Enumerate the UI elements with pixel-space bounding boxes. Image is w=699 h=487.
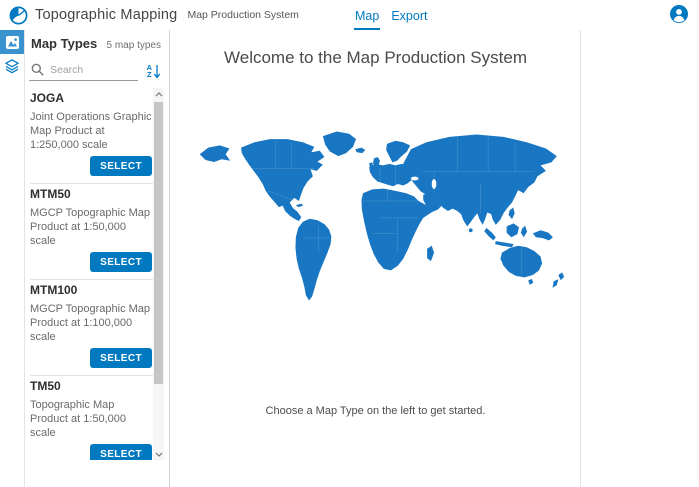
map-types-list: JOGA Joint Operations Graphic Map Produc… <box>30 88 154 460</box>
globe-logo-icon <box>9 6 28 25</box>
header-tab[interactable]: Map <box>354 7 380 30</box>
app-title: Topographic Mapping <box>35 7 177 23</box>
map-type-card: MTM50 MGCP Topographic Map Product at 1:… <box>30 184 154 280</box>
hint-text: Choose a Map Type on the left to get sta… <box>171 405 580 417</box>
search-box <box>29 61 138 81</box>
search-input[interactable] <box>50 64 120 76</box>
map-type-description: MGCP Topographic Map Product at 1:50,000… <box>30 206 154 248</box>
select-button[interactable]: SELECT <box>90 348 152 368</box>
select-button[interactable]: SELECT <box>90 444 152 460</box>
map-type-card: TM50 Topographic Map Product at 1:50,000… <box>30 376 154 460</box>
main-panel: Welcome to the Map Production System <box>171 30 581 487</box>
scrollbar[interactable] <box>153 88 164 460</box>
map-type-name: TM50 <box>30 380 154 393</box>
map-type-description: MGCP Topographic Map Product at 1:100,00… <box>30 302 154 344</box>
header-tabs: Map Export <box>354 0 428 30</box>
select-button[interactable]: SELECT <box>90 252 152 272</box>
panel-title: Map Types <box>31 36 97 51</box>
layers-icon[interactable] <box>0 54 24 78</box>
map-type-name: MTM50 <box>30 188 154 201</box>
map-type-card: MTM100 MGCP Topographic Map Product at 1… <box>30 280 154 376</box>
scroll-down-button[interactable] <box>153 448 164 460</box>
header-tab[interactable]: Export <box>390 7 428 30</box>
search-row: AZ <box>29 61 161 81</box>
map-type-card: JOGA Joint Operations Graphic Map Produc… <box>30 88 154 184</box>
search-icon <box>31 63 44 76</box>
map-type-name: MTM100 <box>30 284 154 297</box>
map-types-icon[interactable] <box>0 30 24 54</box>
map-type-count: 5 map types <box>107 40 161 51</box>
account-icon[interactable] <box>670 5 688 23</box>
map-types-panel: Map Types 5 map types AZ JOGA Joint Oper… <box>25 30 170 487</box>
widget-toolbar <box>0 30 25 487</box>
map-type-description: Joint Operations Graphic Map Product at … <box>30 110 154 152</box>
scroll-up-button[interactable] <box>153 88 164 100</box>
select-button[interactable]: SELECT <box>90 156 152 176</box>
welcome-heading: Welcome to the Map Production System <box>171 48 580 68</box>
map-type-description: Topographic Map Product at 1:50,000 scal… <box>30 398 154 440</box>
scrollbar-thumb[interactable] <box>154 102 163 384</box>
sort-az-icon[interactable]: AZ <box>147 64 161 79</box>
sidebar-header: Map Types 5 map types <box>31 36 161 51</box>
app-subtitle: Map Production System <box>187 9 298 21</box>
world-map <box>187 120 573 312</box>
map-type-name: JOGA <box>30 92 154 105</box>
app-header: Topographic Mapping Map Production Syste… <box>0 0 699 30</box>
